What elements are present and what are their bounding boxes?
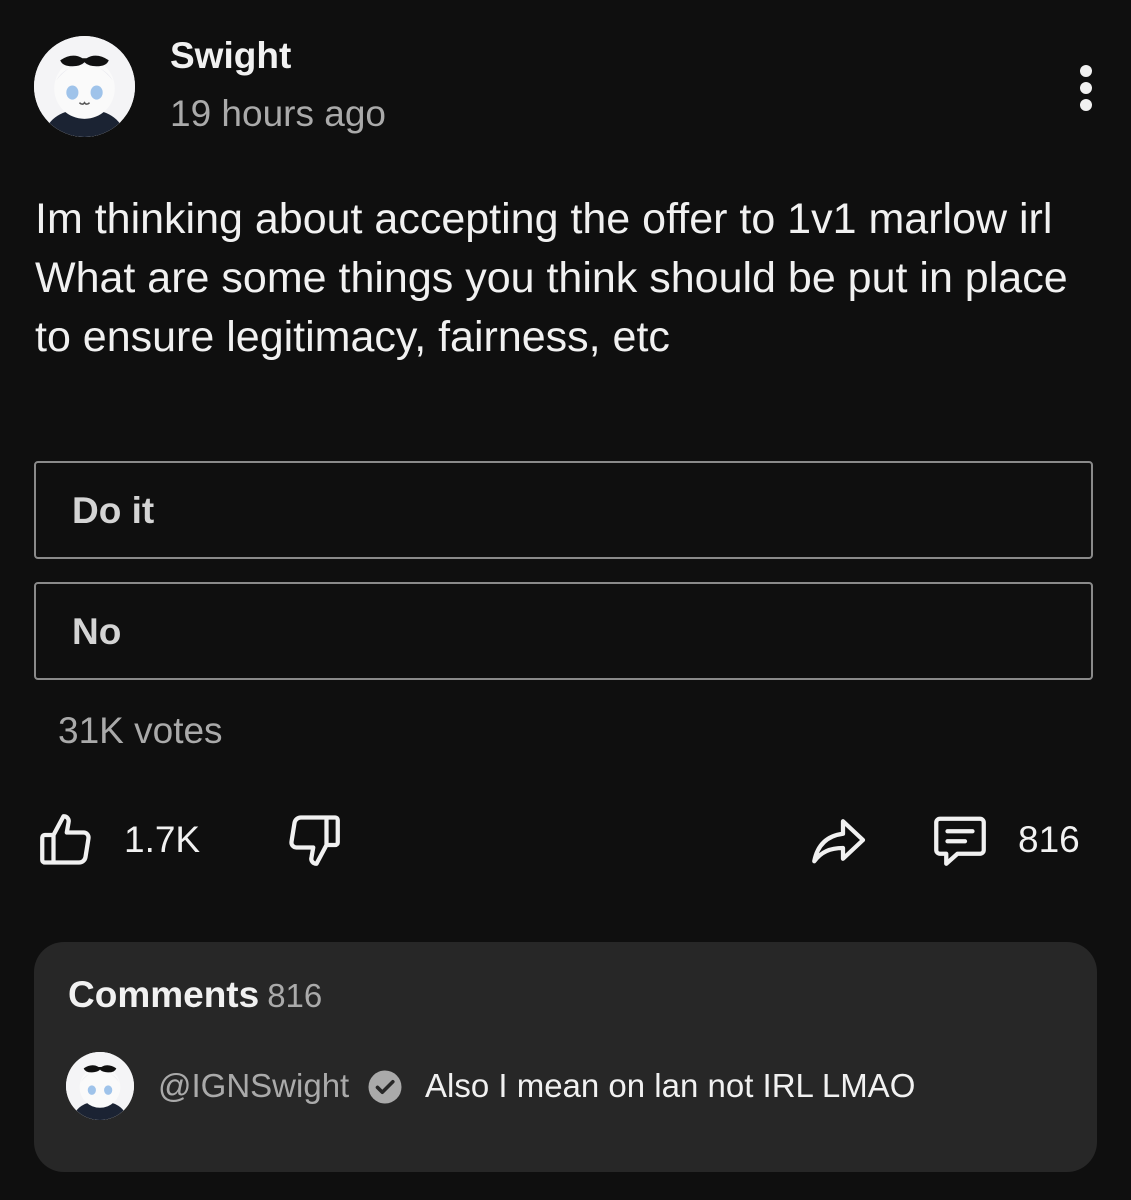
comment-count: 816 (1018, 819, 1080, 860)
poll-option-no[interactable]: No (34, 582, 1093, 680)
comments-count: 816 (267, 977, 323, 1014)
comments-button[interactable]: 816 (928, 810, 1098, 870)
commenter-avatar[interactable] (66, 1052, 134, 1120)
share-icon (812, 819, 866, 864)
post-text: Im thinking about accepting the offer to… (35, 190, 1095, 367)
comments-header: Comments 816 (68, 972, 322, 1019)
comments-section[interactable]: Comments 816 @IGNSwight Also I mean on la… (34, 942, 1097, 1172)
post-text-line: What are some things you think should be… (35, 254, 1068, 361)
thumbs-up-icon (40, 814, 91, 865)
poll-option-label: Do it (72, 490, 155, 531)
verified-check-icon (368, 1070, 402, 1104)
more-vert-icon (1080, 65, 1092, 111)
avatar-image (34, 36, 135, 137)
poll-option-label: No (72, 611, 122, 652)
poll-option-do-it[interactable]: Do it (34, 461, 1093, 559)
author-name[interactable]: Swight (170, 34, 291, 78)
poll-vote-count: 31K votes (58, 710, 223, 751)
more-options-button[interactable] (1066, 58, 1106, 118)
dislike-button[interactable] (284, 810, 346, 870)
comment-icon (934, 816, 986, 866)
like-button[interactable]: 1.7K (36, 810, 216, 870)
author-avatar[interactable] (34, 36, 135, 137)
comments-title: Comments (68, 974, 260, 1015)
thumbs-down-icon (289, 815, 340, 866)
post-timestamp: 19 hours ago (170, 93, 387, 134)
action-bar: 1.7K 816 (0, 790, 1131, 890)
avatar-image (66, 1052, 134, 1120)
post-text-line: Im thinking about accepting the offer to… (35, 195, 1053, 243)
share-button[interactable] (806, 810, 870, 870)
comment-text: Also I mean on lan not IRL LMAO (425, 1067, 916, 1104)
like-count: 1.7K (124, 819, 201, 860)
commenter-handle[interactable]: @IGNSwight (158, 1064, 349, 1108)
post-header: Swight 19 hours ago (0, 0, 1131, 150)
